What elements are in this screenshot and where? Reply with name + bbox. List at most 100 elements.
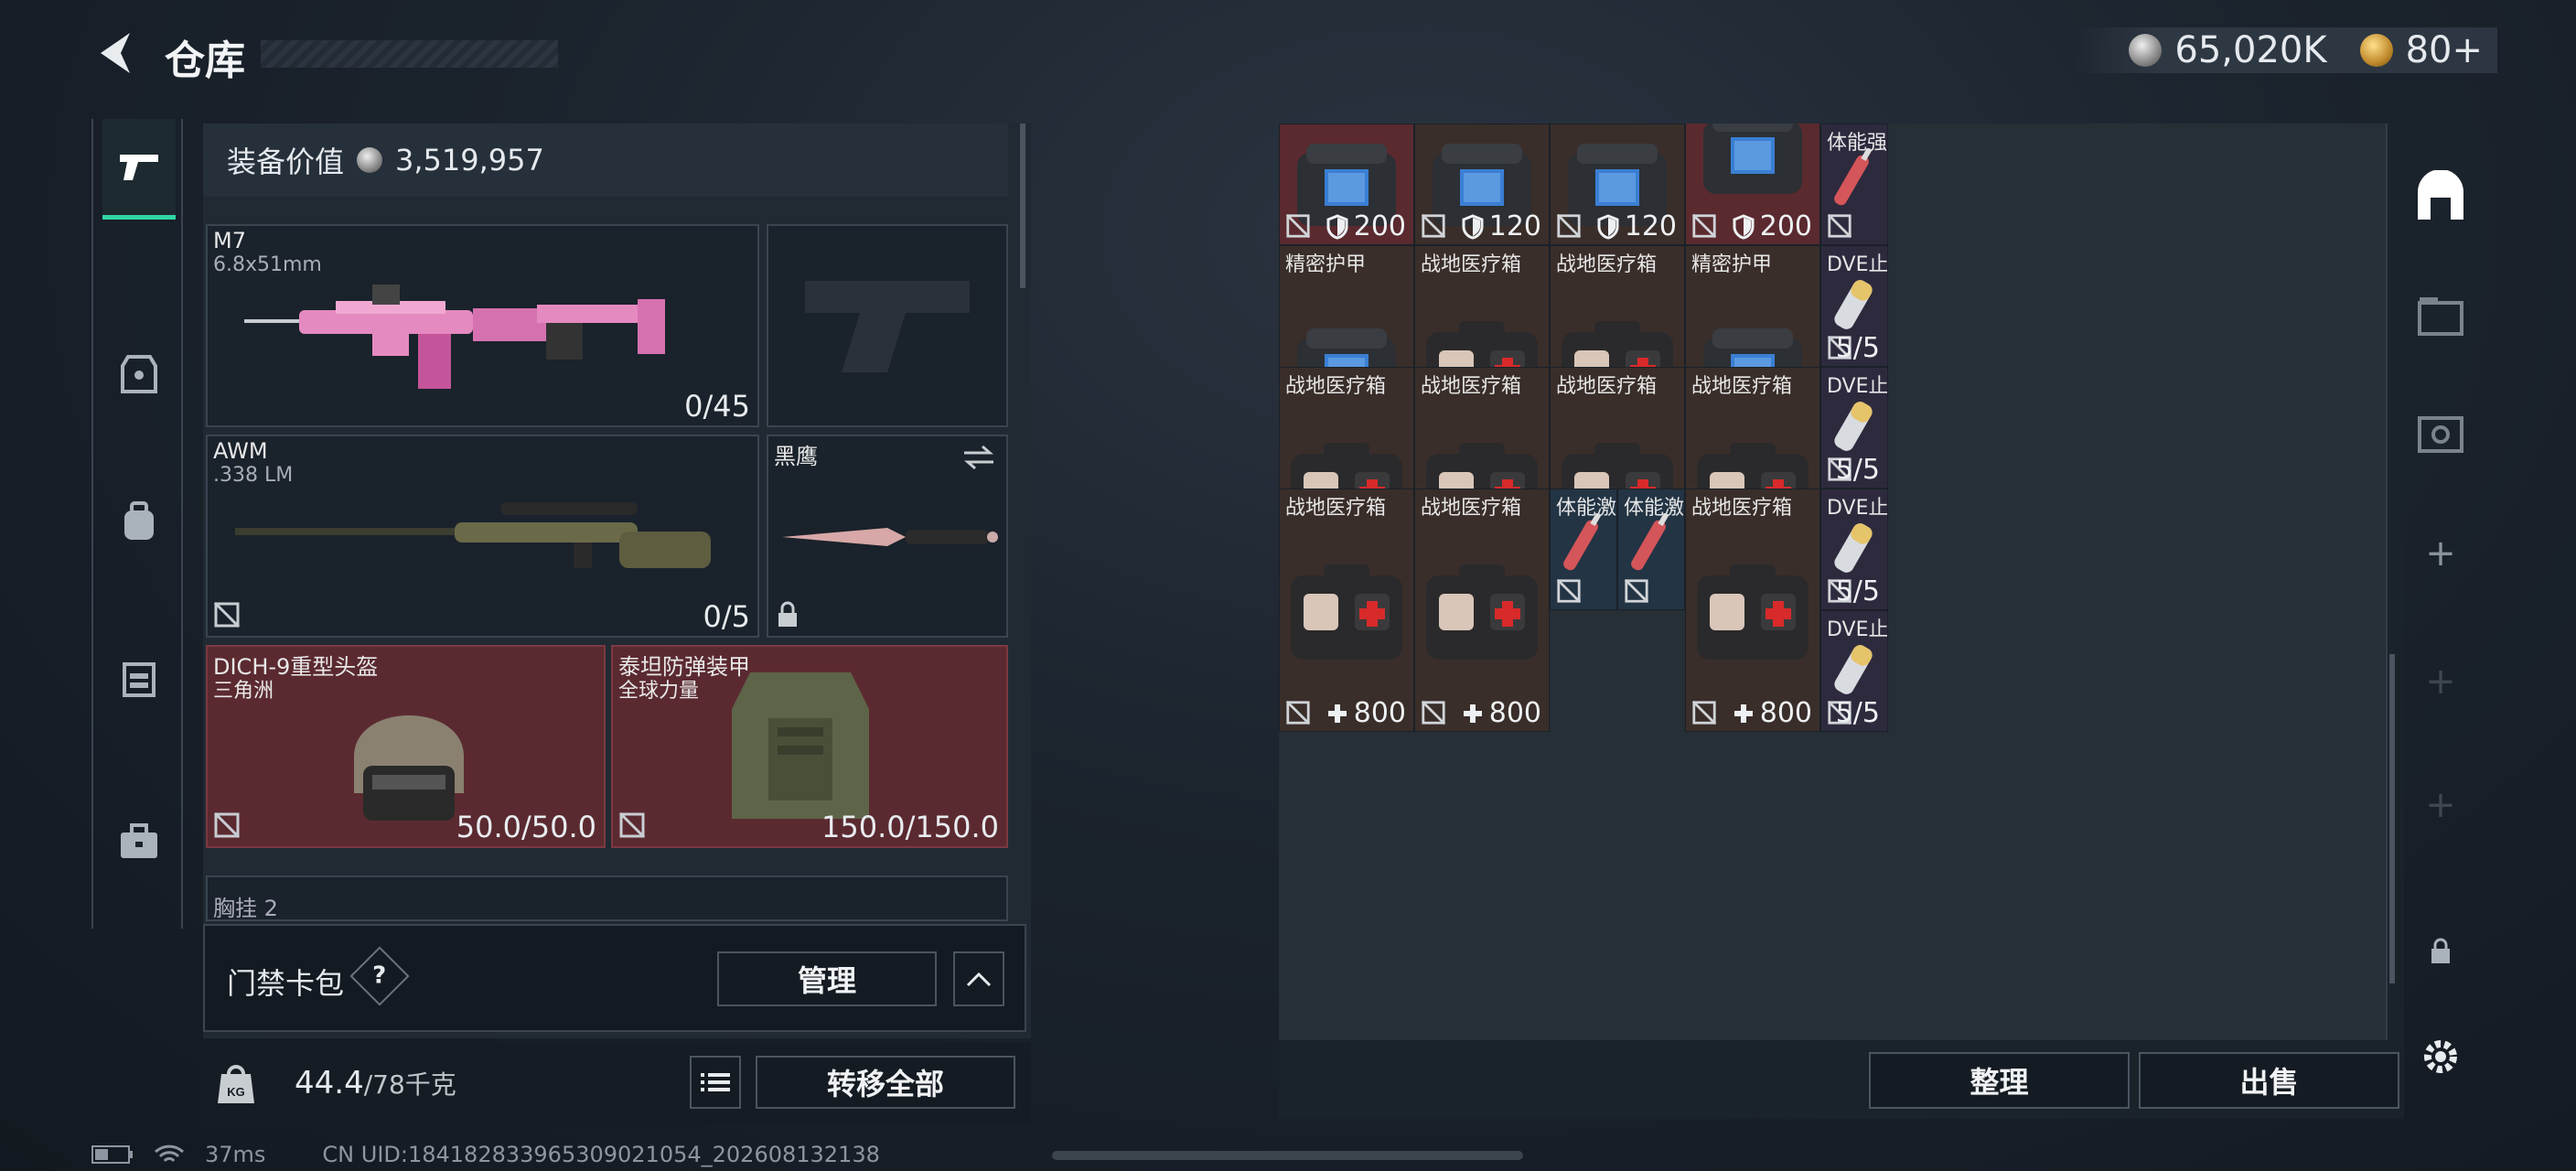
stash-item[interactable]: 体能激活针: [1617, 489, 1685, 610]
add-tab-plus-icon[interactable]: +: [2413, 526, 2468, 581]
keycard-pack-row: 门禁卡包 ? 管理: [203, 924, 1026, 1032]
stash-item[interactable]: DVE止疼片5/5: [1820, 245, 1888, 367]
secondary-weapon-slot[interactable]: AWM .338 LM 0/5: [206, 435, 759, 638]
equipment-category-nav: [91, 119, 183, 929]
shield-icon: [1597, 213, 1619, 240]
equipment-scrollbar[interactable]: [1020, 124, 1025, 288]
carry-capacity: /78千克: [363, 1069, 456, 1100]
back-arrow-icon: [101, 33, 130, 73]
item-value: 120: [1462, 210, 1541, 242]
nav-backpack[interactable]: [102, 485, 176, 558]
collapse-button[interactable]: [953, 951, 1004, 1006]
battery-icon: [91, 1145, 133, 1164]
armor-icon: [121, 355, 157, 393]
shield-icon: [1462, 213, 1484, 240]
m7-rifle-image: [244, 285, 665, 389]
list-view-button[interactable]: [690, 1056, 741, 1109]
sort-button[interactable]: 整理: [1869, 1052, 2130, 1109]
ammo-count: 0/45: [684, 389, 750, 424]
wifi-icon: [154, 1144, 185, 1163]
armor-durability: 150.0/150.0: [821, 810, 999, 844]
no-insurance-icon: [1624, 578, 1649, 604]
item-value-text: 800: [1353, 697, 1406, 729]
item-value: 5/5: [1836, 575, 1880, 607]
awm-rifle-image: [235, 502, 711, 568]
silver-coin-icon: [2129, 34, 2163, 67]
pistol-silhouette-icon: [805, 281, 970, 372]
item-value-text: 5/5: [1835, 332, 1880, 364]
stash-panel: 200120120200精密护甲120精密护甲120战地医疗箱800战地医疗箱8…: [1279, 124, 2404, 1119]
keycard-pack-label: 门禁卡包: [227, 966, 345, 1001]
back-button[interactable]: [91, 27, 137, 79]
item-value: 5/5: [1836, 454, 1880, 486]
stash-item[interactable]: 120: [1414, 124, 1550, 245]
knife-image: [782, 528, 998, 546]
nav-armor[interactable]: [102, 338, 176, 412]
nav-chest-rig[interactable]: [102, 640, 176, 714]
chest-rig-label: 胸挂 2: [213, 896, 278, 921]
stash-item[interactable]: 战地医疗箱 800: [1685, 489, 1820, 732]
add-tab-plus-icon: +: [2425, 661, 2456, 703]
stash-tab-main[interactable]: [2413, 169, 2468, 224]
settings-gear-icon[interactable]: [2413, 1029, 2468, 1084]
melee-slot[interactable]: 黑鹰: [767, 435, 1008, 638]
helmet-tag: 三角洲: [213, 680, 274, 703]
item-value-text: 200: [1353, 210, 1406, 242]
item-name: 战地医疗箱: [1421, 253, 1522, 276]
ammo-type: .338 LM: [213, 464, 294, 487]
item-image: [1698, 124, 1808, 207]
gold-coin-icon: [2359, 34, 2393, 67]
body-armor-slot[interactable]: 泰坦防弹装甲 全球力量 150.0/150.0: [611, 645, 1008, 848]
no-insurance-icon: [1691, 213, 1717, 239]
swap-icon[interactable]: [961, 444, 997, 471]
nav-case[interactable]: [102, 805, 176, 878]
item-value: 120: [1597, 210, 1677, 242]
weight-icon: KG: [218, 1065, 254, 1103]
no-insurance-icon: [213, 811, 241, 839]
stash-tab-2[interactable]: [2413, 288, 2468, 343]
stash-item[interactable]: DVE止疼片5/5: [1820, 367, 1888, 489]
stash-item[interactable]: 200: [1685, 124, 1820, 245]
item-name: 战地医疗箱: [1421, 375, 1522, 398]
nav-weapons[interactable]: [102, 119, 176, 220]
chest-rig-slot[interactable]: 胸挂 2: [206, 876, 1008, 921]
item-name: 战地医疗箱: [1285, 375, 1387, 398]
stash-tab-3[interactable]: [2413, 407, 2468, 462]
no-insurance-icon: [1421, 700, 1446, 725]
help-icon[interactable]: ?: [349, 946, 410, 1006]
item-name: 战地医疗箱: [1556, 375, 1658, 398]
primary-weapon-slot[interactable]: M7 6.8x51mm 0/45: [206, 224, 759, 427]
stash-grid: 200120120200精密护甲120精密护甲120战地医疗箱800战地医疗箱8…: [1279, 124, 2388, 1040]
transfer-all-button[interactable]: 转移全部: [756, 1056, 1015, 1109]
stash-item[interactable]: DVE止疼片5/5: [1820, 489, 1888, 610]
stash-item[interactable]: 200: [1279, 124, 1414, 245]
carry-weight: 44.4: [295, 1065, 364, 1101]
item-name: 精密护甲: [1691, 253, 1773, 276]
item-name: 战地医疗箱: [1285, 497, 1387, 520]
home-indicator[interactable]: [1052, 1151, 1523, 1160]
stash-item[interactable]: 战地医疗箱 800: [1414, 489, 1550, 732]
warehouse-icon: [2418, 170, 2463, 220]
stash-item[interactable]: DVE止疼片5/5: [1820, 610, 1888, 732]
helmet-slot[interactable]: DICH-9重型头盔 三角洲 50.0/50.0: [206, 645, 606, 848]
shield-icon: [1733, 213, 1755, 240]
plus-icon: [1733, 704, 1753, 723]
uid-text: CN UID:18418283396530902105​4_2026081321…: [322, 1142, 880, 1167]
weapon-name: M7: [213, 228, 246, 253]
manage-button[interactable]: 管理: [717, 951, 937, 1006]
stash-item[interactable]: 体能激活针: [1550, 489, 1617, 610]
stash-item[interactable]: 体能强化剂: [1820, 124, 1888, 245]
no-insurance-icon: [1691, 700, 1717, 725]
lock-icon[interactable]: [2413, 924, 2468, 979]
stash-item[interactable]: 战地医疗箱 800: [1279, 489, 1414, 732]
stash-scrollbar[interactable]: [2389, 654, 2395, 983]
melee-name: 黑鹰: [774, 444, 818, 469]
stash-item[interactable]: 120: [1550, 124, 1685, 245]
sell-button[interactable]: 出售: [2139, 1052, 2399, 1109]
no-insurance-icon: [1556, 213, 1582, 239]
shield-icon: [1326, 213, 1348, 240]
pistol-slot[interactable]: [767, 224, 1008, 427]
plus-icon: [1327, 704, 1347, 723]
gold-amount: 80+: [2405, 29, 2483, 71]
item-name: 战地医疗箱: [1556, 253, 1658, 276]
